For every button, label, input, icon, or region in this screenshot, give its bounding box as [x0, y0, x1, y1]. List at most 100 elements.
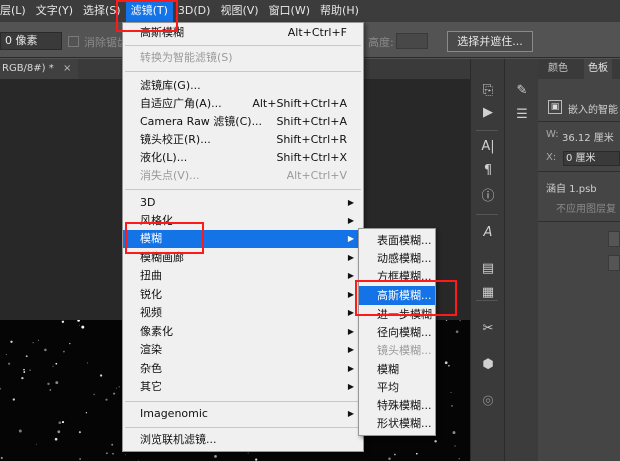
star-dot	[63, 350, 65, 353]
star-dot	[44, 348, 47, 352]
menu-item-noise[interactable]: 杂色 ▶	[123, 360, 363, 378]
properties-panel: 颜色 色板 ▣ 嵌入的智能 W: 36.12 厘米 X: 0 厘米 涵自 1.p…	[538, 59, 620, 461]
feather-input[interactable]: 0 像素	[0, 32, 62, 50]
history-icon[interactable]: ⎘	[476, 81, 500, 101]
star-dot	[69, 342, 71, 345]
annotation-box-gaussian-blur	[355, 280, 457, 316]
character-icon[interactable]: A|	[476, 137, 500, 157]
star-dot	[106, 452, 108, 454]
antialias-checkbox[interactable]	[68, 36, 79, 47]
menu-item-other[interactable]: 其它 ▶	[123, 378, 363, 396]
star-dot	[99, 374, 103, 377]
x-label: X:	[546, 152, 557, 163]
submenu-item-surface-blur[interactable]: 表面模糊...	[359, 231, 435, 250]
panel-divider	[538, 171, 620, 172]
star-dot	[78, 324, 80, 326]
star-dot	[23, 371, 26, 373]
star-dot	[124, 454, 126, 456]
submenu-arrow-icon: ▶	[347, 290, 354, 299]
menu-item-imagenomic[interactable]: Imagenomic ▶	[123, 405, 363, 423]
star-dot	[116, 387, 117, 389]
submenu-item-lens-blur[interactable]: 镜头模糊...	[359, 341, 435, 360]
menu-item-label: Imagenomic	[140, 407, 208, 420]
width-value[interactable]: 36.12 厘米	[562, 129, 614, 144]
menu-item-video[interactable]: 视频 ▶	[123, 304, 363, 322]
tools-icon[interactable]: ✂	[476, 319, 500, 339]
menu-item-label: 杂色	[140, 362, 162, 375]
layer-comp-select[interactable]: 不应用图层复	[556, 200, 616, 215]
submenu-arrow-icon: ▶	[347, 364, 354, 373]
star-dot	[8, 362, 11, 365]
menu-item-label: 锐化	[140, 288, 162, 301]
adjust-sliders-icon[interactable]: ☰	[510, 105, 534, 125]
channels-icon[interactable]: ◎	[476, 391, 500, 411]
glyphs-icon[interactable]: A	[476, 223, 500, 243]
submenu-item-blur[interactable]: 模糊	[359, 360, 435, 379]
height-input[interactable]	[396, 33, 428, 49]
submenu-item-smart-blur[interactable]: 特殊模糊...	[359, 396, 435, 415]
layers-panel-icon[interactable]: ▤	[476, 259, 500, 279]
tab-color[interactable]: 颜色	[548, 59, 568, 79]
star-dot	[12, 398, 15, 401]
menu-item-convert-smart-filter[interactable]: 转换为智能滤镜(S)	[123, 49, 363, 67]
menu-item-camera-raw[interactable]: Camera Raw 滤镜(C)... Shift+Ctrl+A	[123, 113, 363, 131]
select-and-mask-button[interactable]: 选择并遮住...	[447, 31, 533, 52]
info-icon[interactable]: ⓘ	[476, 187, 500, 207]
panel-dock-icons: ⎘ ▶ A| ¶ ⓘ A ▤ ▦ ✂ ⬢ ◎	[470, 59, 504, 461]
width-label: W:	[546, 129, 559, 140]
star-dot	[450, 392, 452, 393]
menu-item-pixelate[interactable]: 像素化 ▶	[123, 323, 363, 341]
star-dot	[448, 364, 450, 367]
menu-item-label: 转换为智能滤镜(S)	[140, 51, 233, 64]
menu-item-filter-gallery[interactable]: 滤镜库(G)...	[123, 77, 363, 95]
submenu-arrow-icon: ▶	[347, 198, 354, 207]
submenu-item-average[interactable]: 平均	[359, 378, 435, 397]
brush-icon[interactable]: ✎	[510, 81, 534, 101]
menu-layer[interactable]: 层(L)	[0, 0, 31, 22]
star-dot	[35, 443, 37, 445]
star-dot	[61, 421, 65, 424]
submenu-item-radial-blur[interactable]: 径向模糊...	[359, 323, 435, 342]
menu-help[interactable]: 帮助(H)	[315, 0, 364, 22]
menu-item-vanishing-point[interactable]: 消失点(V)... Alt+Ctrl+V	[123, 167, 363, 185]
x-position-input[interactable]: 0 厘米	[563, 151, 620, 166]
menu-view[interactable]: 视图(V)	[215, 0, 263, 22]
menu-separator	[125, 401, 361, 402]
document-tab[interactable]: RGB/8#) * ×	[0, 59, 78, 79]
menu-item-label: 像素化	[140, 325, 173, 338]
panel-button[interactable]	[608, 255, 620, 271]
menu-item-lens-correction[interactable]: 镜头校正(R)... Shift+Ctrl+R	[123, 131, 363, 149]
menu-item-adaptive-wide-angle[interactable]: 自适应广角(A)... Alt+Shift+Ctrl+A	[123, 95, 363, 113]
submenu-arrow-icon: ▶	[347, 253, 354, 262]
smart-object-icon: ▣	[548, 100, 562, 114]
submenu-arrow-icon: ▶	[347, 271, 354, 280]
actions-play-icon[interactable]: ▶	[476, 103, 500, 123]
star-dot	[445, 320, 448, 322]
close-icon[interactable]: ×	[63, 63, 71, 74]
menu-item-3d[interactable]: 3D ▶	[123, 194, 363, 212]
tab-swatches[interactable]: 色板	[584, 59, 612, 79]
submenu-item-motion-blur[interactable]: 动感模糊...	[359, 249, 435, 268]
menu-type[interactable]: 文字(Y)	[31, 0, 78, 22]
menu-item-sharpen[interactable]: 锐化 ▶	[123, 286, 363, 304]
panel-button[interactable]	[608, 231, 620, 247]
star-dot	[247, 452, 249, 454]
menu-item-liquify[interactable]: 液化(L)... Shift+Ctrl+X	[123, 149, 363, 167]
submenu-item-shape-blur[interactable]: 形状模糊...	[359, 414, 435, 433]
submenu-arrow-icon: ▶	[347, 409, 354, 418]
star-dot	[0, 387, 1, 390]
menu-item-render[interactable]: 渲染 ▶	[123, 341, 363, 359]
menu-3d[interactable]: 3D(D)	[173, 0, 216, 22]
dock-divider	[476, 300, 498, 301]
menu-item-browse-online-filters[interactable]: 浏览联机滤镜...	[123, 431, 363, 449]
menu-window[interactable]: 窗口(W)	[264, 0, 315, 22]
menu-item-distort[interactable]: 扭曲 ▶	[123, 267, 363, 285]
star-dot	[459, 320, 461, 322]
annotation-box-filter-menu	[116, 0, 178, 32]
star-dot	[112, 453, 114, 455]
submenu-arrow-icon: ▶	[347, 327, 354, 336]
linked-file-name: 涵自 1.psb	[546, 184, 597, 195]
star-dot	[77, 320, 80, 322]
3d-cube-icon[interactable]: ⬢	[476, 355, 500, 375]
paragraph-icon[interactable]: ¶	[476, 161, 500, 181]
